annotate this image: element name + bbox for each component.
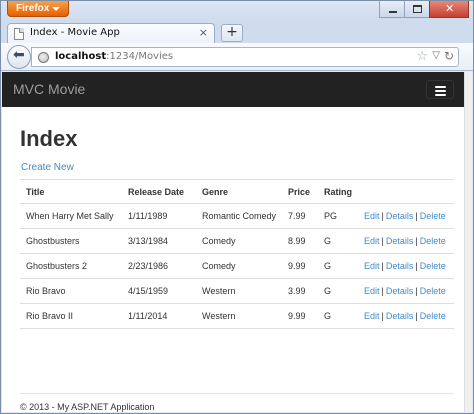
back-button[interactable]: ⬅ <box>7 45 31 69</box>
window-controls: ✕ <box>379 1 469 19</box>
cell-rating: PG <box>318 203 358 229</box>
minimize-button[interactable] <box>379 1 405 18</box>
title-bar: Firefox ✕ <box>1 1 473 21</box>
edit-link[interactable]: Edit <box>364 211 380 221</box>
cell-actions: Edit | Details | Delete <box>358 278 454 304</box>
globe-icon <box>38 52 49 63</box>
table-row: Rio Bravo II 1/11/2014 Western 9.99 G Ed… <box>20 303 454 329</box>
cell-price: 7.99 <box>282 203 318 229</box>
details-link[interactable]: Details <box>386 286 414 296</box>
header-title: Title <box>20 179 122 204</box>
header-genre: Genre <box>196 179 282 204</box>
cell-rating: G <box>318 303 358 329</box>
cell-price: 3.99 <box>282 278 318 304</box>
delete-link[interactable]: Delete <box>420 261 446 271</box>
browser-window: Firefox ✕ Index - Movie App × + localhos… <box>0 0 474 414</box>
edit-link[interactable]: Edit <box>364 286 380 296</box>
table-row: Rio Bravo 4/15/1959 Western 3.99 G Edit |… <box>20 278 454 304</box>
cell-actions: Edit | Details | Delete <box>358 303 454 329</box>
close-icon: ✕ <box>445 2 455 15</box>
address-bar[interactable]: localhost:1234/Movies ☆ ▽ ↻ <box>31 47 459 67</box>
cell-release-date: 1/11/1989 <box>122 203 196 229</box>
page-viewport: MVC Movie Index Create New Title Release… <box>2 72 472 412</box>
cell-rating: G <box>318 278 358 304</box>
page-footer: © 2013 - My ASP.NET Application <box>20 402 155 412</box>
navigation-toolbar: localhost:1234/Movies ☆ ▽ ↻ ⬅ <box>1 43 473 71</box>
dropmarker-icon[interactable]: ▽ <box>432 50 440 61</box>
table-header-row: Title Release Date Genre Price Rating <box>20 179 454 204</box>
delete-link[interactable]: Delete <box>420 311 446 321</box>
new-tab-button[interactable]: + <box>221 24 243 42</box>
details-link[interactable]: Details <box>386 236 414 246</box>
table-row: Ghostbusters 2 2/23/1986 Comedy 9.99 G E… <box>20 253 454 279</box>
tab-strip: Index - Movie App × + <box>1 21 473 43</box>
header-release-date: Release Date <box>122 179 196 204</box>
cell-genre: Romantic Comedy <box>196 203 282 229</box>
cell-genre: Comedy <box>196 228 282 254</box>
edit-link[interactable]: Edit <box>364 261 380 271</box>
footer-divider <box>20 393 454 394</box>
maximize-icon <box>413 5 422 13</box>
maximize-button[interactable] <box>404 1 430 18</box>
cell-genre: Western <box>196 303 282 329</box>
header-rating: Rating <box>318 179 358 204</box>
cell-title: When Harry Met Sally <box>20 203 122 229</box>
edit-link[interactable]: Edit <box>364 311 380 321</box>
create-new-link[interactable]: Create New <box>21 162 74 173</box>
page-favicon-icon <box>14 28 24 40</box>
firefox-menu-caret-icon <box>52 7 60 11</box>
header-actions <box>358 179 454 204</box>
url-host: localhost <box>55 51 107 62</box>
header-price: Price <box>282 179 318 204</box>
details-link[interactable]: Details <box>386 211 414 221</box>
edit-link[interactable]: Edit <box>364 236 380 246</box>
table-row: Ghostbusters 3/13/1984 Comedy 8.99 G Edi… <box>20 228 454 254</box>
cell-title: Ghostbusters <box>20 228 122 254</box>
cell-price: 9.99 <box>282 253 318 279</box>
movies-table: Title Release Date Genre Price Rating Wh… <box>20 179 454 329</box>
tab-close-button[interactable]: × <box>199 26 208 39</box>
cell-title: Ghostbusters 2 <box>20 253 122 279</box>
url-path: :1234/Movies <box>106 51 174 62</box>
cell-genre: Western <box>196 278 282 304</box>
hamburger-menu-icon <box>435 94 446 96</box>
close-window-button[interactable]: ✕ <box>429 1 469 18</box>
cell-genre: Comedy <box>196 253 282 279</box>
cell-release-date: 1/11/2014 <box>122 303 196 329</box>
table-row: When Harry Met Sally 1/11/1989 Romantic … <box>20 203 454 229</box>
navbar-toggle-button[interactable] <box>426 80 454 99</box>
firefox-menu-button[interactable]: Firefox <box>7 1 69 17</box>
details-link[interactable]: Details <box>386 311 414 321</box>
delete-link[interactable]: Delete <box>420 236 446 246</box>
cell-actions: Edit | Details | Delete <box>358 203 454 229</box>
cell-price: 9.99 <box>282 303 318 329</box>
page-title: Index <box>20 126 78 151</box>
bookmark-star-icon[interactable]: ☆ <box>416 49 428 64</box>
cell-actions: Edit | Details | Delete <box>358 228 454 254</box>
cell-title: Rio Bravo <box>20 278 122 304</box>
tab-movie-app[interactable]: Index - Movie App × <box>7 23 215 43</box>
cell-rating: G <box>318 228 358 254</box>
vertical-scrollbar[interactable] <box>464 72 472 412</box>
delete-link[interactable]: Delete <box>420 211 446 221</box>
cell-release-date: 3/13/1984 <box>122 228 196 254</box>
reload-icon[interactable]: ↻ <box>444 49 454 63</box>
hamburger-menu-icon <box>435 86 446 88</box>
cell-actions: Edit | Details | Delete <box>358 253 454 279</box>
firefox-menu-label: Firefox <box>16 3 50 14</box>
delete-link[interactable]: Delete <box>420 286 446 296</box>
minimize-icon <box>389 11 397 13</box>
tab-title: Index - Movie App <box>30 27 120 38</box>
cell-release-date: 2/23/1986 <box>122 253 196 279</box>
hamburger-menu-icon <box>435 90 446 92</box>
details-link[interactable]: Details <box>386 261 414 271</box>
cell-title: Rio Bravo II <box>20 303 122 329</box>
site-navbar: MVC Movie <box>2 72 464 107</box>
back-arrow-icon: ⬅ <box>13 47 25 63</box>
cell-rating: G <box>318 253 358 279</box>
cell-release-date: 4/15/1959 <box>122 278 196 304</box>
url-text: localhost:1234/Movies <box>55 51 173 62</box>
cell-price: 8.99 <box>282 228 318 254</box>
brand-link[interactable]: MVC Movie <box>13 81 85 97</box>
